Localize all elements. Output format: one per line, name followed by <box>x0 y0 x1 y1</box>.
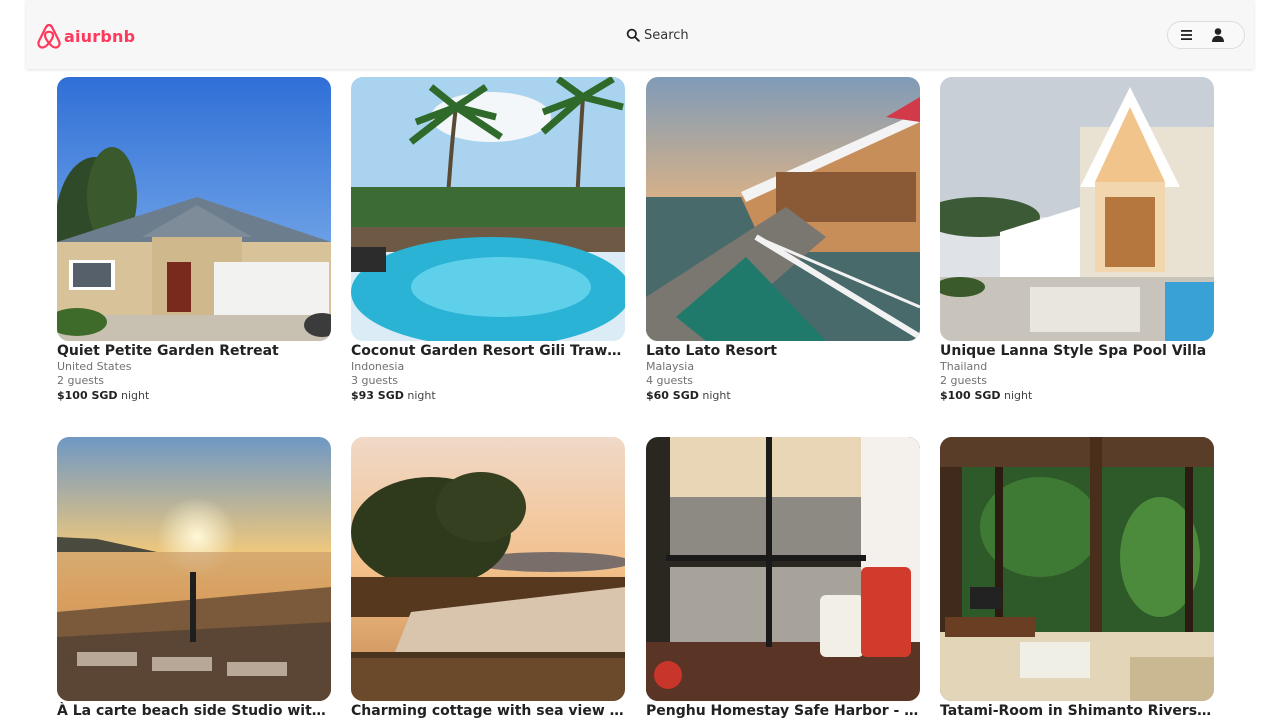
user-icon <box>1212 28 1224 42</box>
homestay-window-photo-image <box>646 437 920 701</box>
beach-sunset-photo-image <box>57 437 331 701</box>
user-menu-button[interactable] <box>1167 21 1245 49</box>
listing-guests: 2 guests <box>57 374 104 387</box>
listing-photo[interactable] <box>646 437 920 701</box>
listing-photo[interactable] <box>940 437 1214 701</box>
tatami-room-photo-image <box>940 437 1214 701</box>
listing-card[interactable]: Quiet Petite Garden Retreat United State… <box>57 77 331 403</box>
listing-guests: 2 guests <box>940 374 987 387</box>
listing-location: United States <box>57 360 132 373</box>
cottage-sunset-photo-image <box>351 437 625 701</box>
listing-card[interactable]: À La carte beach side Studio with p… <box>57 437 331 720</box>
listing-photo[interactable] <box>57 77 331 341</box>
listing-location: Malaysia <box>646 360 695 373</box>
listing-card[interactable]: Lato Lato Resort Malaysia 4 guests $60 S… <box>646 77 920 403</box>
search-icon <box>626 28 640 42</box>
listing-price-line: $100 SGD night <box>940 388 1214 403</box>
listing-photo[interactable] <box>351 437 625 701</box>
listing-photo[interactable] <box>57 437 331 701</box>
listing-card[interactable]: Unique Lanna Style Spa Pool Villa Thaila… <box>940 77 1214 403</box>
listing-card[interactable]: Charming cottage with sea view in … <box>351 437 625 720</box>
listing-price-line: $60 SGD night <box>646 388 920 403</box>
listing-title[interactable]: Unique Lanna Style Spa Pool Villa <box>940 342 1214 360</box>
listing-title[interactable]: Penghu Homestay Safe Harbor - 72… <box>646 702 920 720</box>
listing-price: $100 SGD <box>57 389 118 402</box>
listing-price-line: $100 SGD night <box>57 388 331 403</box>
listing-title[interactable]: Tatami-Room in Shimanto Riverside… <box>940 702 1214 720</box>
listing-title[interactable]: Charming cottage with sea view in … <box>351 702 625 720</box>
listing-price-unit: night <box>702 389 731 402</box>
listing-price-unit: night <box>407 389 436 402</box>
listing-guests: 4 guests <box>646 374 693 387</box>
listing-card[interactable]: Penghu Homestay Safe Harbor - 72… <box>646 437 920 720</box>
listing-location: Indonesia <box>351 360 405 373</box>
search-label: Search <box>644 27 689 43</box>
listing-card[interactable]: Tatami-Room in Shimanto Riverside… <box>940 437 1214 720</box>
listing-price-line: $93 SGD night <box>351 388 625 403</box>
listing-photo[interactable] <box>940 77 1214 341</box>
listing-title[interactable]: Lato Lato Resort <box>646 342 920 360</box>
listing-location: Thailand <box>940 360 988 373</box>
hamburger-icon <box>1181 30 1192 40</box>
brand-name: aiurbnb <box>64 26 136 46</box>
villa-photo-image <box>940 77 1214 341</box>
listing-photo[interactable] <box>351 77 625 341</box>
listing-photo[interactable] <box>646 77 920 341</box>
listing-price-unit: night <box>1004 389 1033 402</box>
house-photo-image <box>57 77 331 341</box>
listing-title[interactable]: Coconut Garden Resort Gili Trawan… <box>351 342 625 360</box>
listing-card[interactable]: Coconut Garden Resort Gili Trawan… Indon… <box>351 77 625 403</box>
listing-price: $60 SGD <box>646 389 699 402</box>
listing-guests: 3 guests <box>351 374 398 387</box>
search-button[interactable]: Search <box>626 25 689 45</box>
listing-title[interactable]: À La carte beach side Studio with p… <box>57 702 331 720</box>
listing-title[interactable]: Quiet Petite Garden Retreat <box>57 342 331 360</box>
listing-price: $100 SGD <box>940 389 1001 402</box>
listing-price: $93 SGD <box>351 389 404 402</box>
water-resort-photo-image <box>646 77 920 341</box>
brand-logo[interactable]: aiurbnb <box>36 21 135 51</box>
top-navigation-bar: aiurbnb Search <box>26 0 1254 69</box>
resort-pool-photo-image <box>351 77 625 341</box>
airbnb-logo-icon <box>37 23 61 49</box>
listing-price-unit: night <box>121 389 150 402</box>
